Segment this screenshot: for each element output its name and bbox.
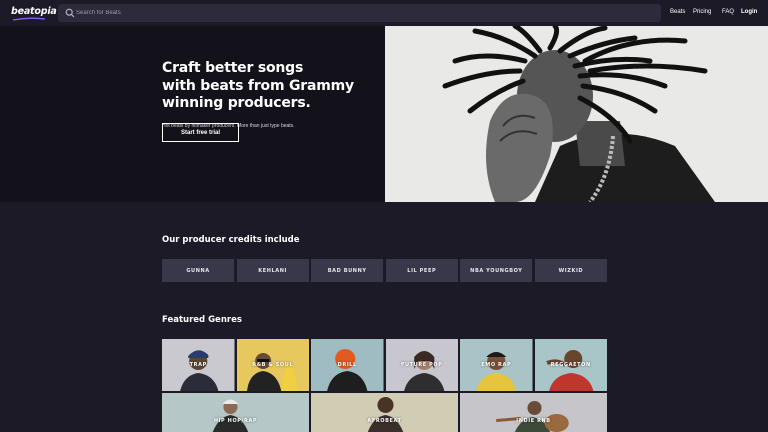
genre-card-trap[interactable]: TRAP [162, 339, 235, 391]
genre-photo [460, 393, 607, 432]
genre-photo [311, 393, 458, 432]
genre-card-emo-rap[interactable]: EMO RAP [460, 339, 533, 391]
genre-card-rnb-soul[interactable]: R&B & SOUL [236, 339, 309, 391]
genre-card-reggaeton[interactable]: REGGAETON [534, 339, 607, 391]
credit-chip[interactable]: GUNNA [162, 259, 235, 282]
genre-label: INDIE RNB [516, 418, 551, 424]
credit-chip[interactable]: LIL PEEP [385, 259, 458, 282]
credit-chip[interactable]: NBA YOUNGBOY [460, 259, 533, 282]
search-icon [65, 8, 75, 18]
credits-section-title: Our producer credits include [162, 235, 300, 245]
genres-section-title: Featured Genres [162, 315, 242, 325]
hero-title-line-1: Craft better songs [162, 60, 304, 76]
hero-text-block: Craft better songs with beats from Gramm… [162, 60, 382, 129]
hero-section: Craft better songs with beats from Gramm… [0, 26, 768, 202]
genre-card-drill[interactable]: DRILL [311, 339, 384, 391]
genre-card-hip-hop-rap[interactable]: HIP HOP/RAP [162, 393, 309, 432]
genre-card-indie-rnb[interactable]: INDIE RNB [460, 393, 607, 432]
nav-login-link[interactable]: Login [741, 9, 757, 15]
genre-label: AFROBEAT [367, 418, 402, 424]
genre-label: DRILL [337, 362, 357, 368]
nav-beats-link[interactable]: Beats [670, 9, 685, 15]
genre-label: FUTURE POP [400, 362, 443, 368]
credit-chip[interactable]: WIZKID [534, 259, 607, 282]
search-bar[interactable] [58, 4, 661, 22]
hero-artist-photo [385, 26, 768, 202]
artist-photo-illustration [385, 26, 768, 202]
brand-logo[interactable]: beatopia [11, 6, 57, 17]
genre-label: R&B & SOUL [252, 362, 294, 368]
genre-label: EMO RAP [481, 362, 512, 368]
genre-card-future-pop[interactable]: FUTURE POP [385, 339, 458, 391]
nav-pricing-link[interactable]: Pricing [693, 9, 711, 15]
genre-card-afrobeat[interactable]: AFROBEAT [311, 393, 458, 432]
hero-title-line-3: winning producers. [162, 95, 311, 111]
start-free-trial-button[interactable]: Start free trial [162, 123, 239, 142]
search-input[interactable] [76, 4, 636, 22]
genre-label: REGGAETON [550, 362, 591, 368]
nav-faq-link[interactable]: FAQ [722, 9, 734, 15]
credit-chip[interactable]: BAD BUNNY [311, 259, 384, 282]
producer-credits-list: GUNNA KEHLANI BAD BUNNY LIL PEEP NBA YOU… [162, 259, 607, 282]
logo-swoosh-icon [12, 17, 46, 21]
credit-chip[interactable]: KEHLANI [236, 259, 309, 282]
genre-label: TRAP [189, 362, 207, 368]
genre-photo [162, 393, 309, 432]
hero-title-line-2: with beats from Grammy [162, 77, 354, 94]
top-bar: beatopia Beats Pricing FAQ Login [0, 0, 768, 26]
genres-row-2: HIP HOP/RAP AFROBEAT INDIE RNB [162, 393, 607, 432]
hero-title: Craft better songs with beats from Gramm… [162, 60, 382, 113]
genre-label: HIP HOP/RAP [213, 418, 258, 424]
genres-row-1: TRAP R&B & SOUL DRILL FUTURE POP EMO RAP… [162, 339, 607, 391]
